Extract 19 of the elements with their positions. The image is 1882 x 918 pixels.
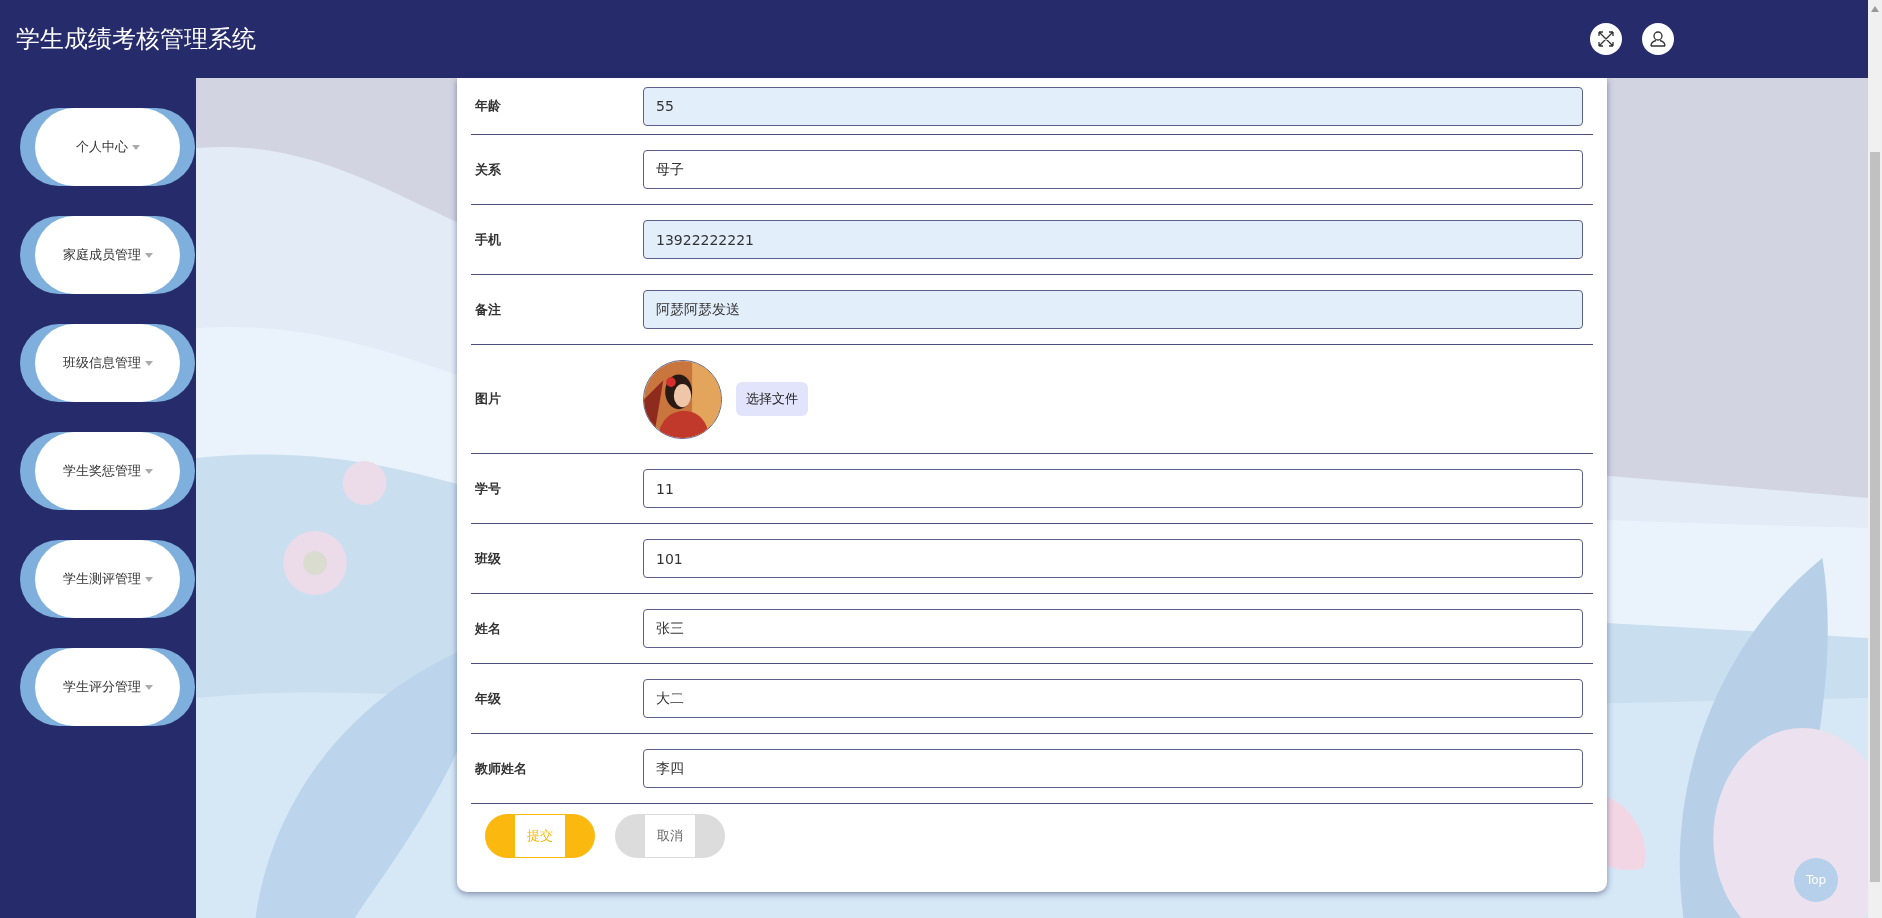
app-title: 学生成绩考核管理系统 (16, 24, 257, 55)
menu-item[interactable]: 学生测评管理 (20, 540, 195, 618)
fullscreen-button[interactable] (1590, 23, 1622, 55)
caret-icon (144, 360, 153, 366)
user-icon (1649, 30, 1667, 48)
menu-item[interactable]: 个人中心 (20, 108, 195, 186)
scrollbar-thumb[interactable] (1870, 152, 1880, 882)
menu-item[interactable]: 家庭成员管理 (20, 216, 195, 294)
scroll-up-icon (1871, 6, 1879, 12)
user-button[interactable] (1642, 23, 1674, 55)
menu-item[interactable]: 班级信息管理 (20, 324, 195, 402)
caret-icon (131, 144, 140, 150)
caret-icon (144, 576, 153, 582)
caret-icon (144, 684, 153, 690)
menu-item[interactable]: 学生评分管理 (20, 648, 195, 726)
caret-icon (144, 252, 153, 258)
menu-item[interactable]: 学生奖惩管理 (20, 432, 195, 510)
expand-icon (1597, 30, 1615, 48)
caret-icon (144, 468, 153, 474)
